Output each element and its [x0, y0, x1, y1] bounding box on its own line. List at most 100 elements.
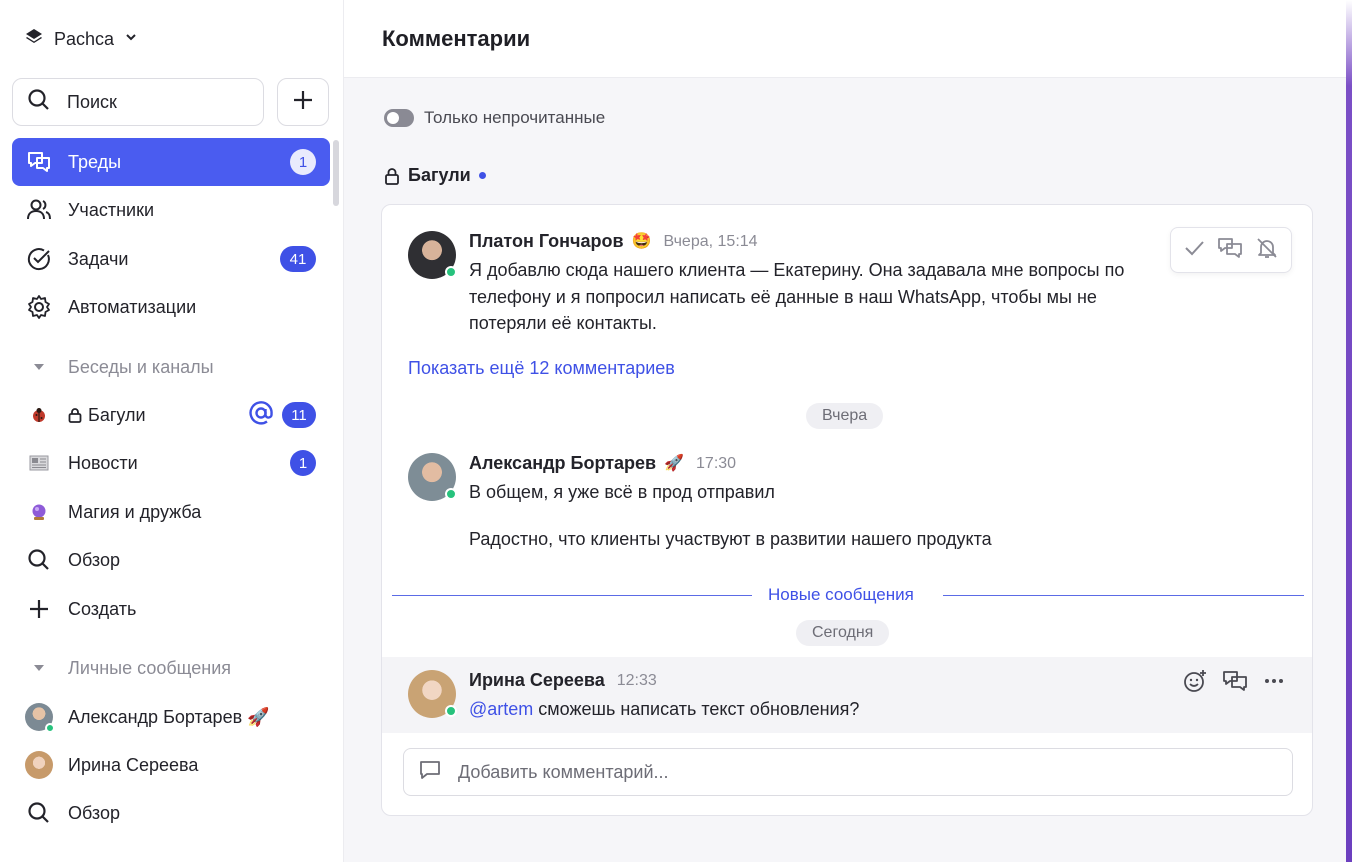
main-panel: Комментарии Только непрочитанные Багули … [344, 0, 1346, 862]
comment-input[interactable]: Добавить комментарий... [403, 748, 1293, 796]
open-thread-icon[interactable] [1217, 236, 1243, 265]
sidebar-item-label: Ирина Сереева [68, 754, 199, 775]
online-indicator [445, 488, 457, 500]
divider-line [943, 595, 1304, 596]
message-text: В общем, я уже всё в прод отправил [469, 482, 775, 502]
unread-badge: 11 [282, 402, 316, 428]
message-line: телефону и я попросил написать её данные… [469, 286, 1097, 307]
sidebar-item-label: Александр Бортарев 🚀 [68, 706, 270, 727]
date-separator: Сегодня [796, 620, 890, 646]
avatar[interactable] [408, 670, 457, 718]
main-header: Комментарии [344, 0, 1346, 78]
star-struck-emoji-icon: 🤩 [631, 232, 652, 250]
reply-thread-icon[interactable] [1222, 669, 1248, 698]
sidebar-item-news[interactable]: Новости 1 [12, 439, 330, 487]
mute-bell-icon[interactable] [1255, 236, 1279, 265]
avatar [25, 703, 55, 733]
message-author[interactable]: Ирина Сереева [469, 670, 605, 691]
rocket-emoji-icon: 🚀 [664, 454, 685, 472]
message-author[interactable]: Александр Бортарев [469, 453, 656, 474]
online-indicator [445, 266, 457, 278]
message-line: Я добавлю сюда нашего клиента — Екатерин… [469, 260, 1125, 280]
newspaper-icon [24, 448, 54, 478]
workspace-logo-icon [24, 27, 44, 52]
sidebar-item-automations[interactable]: Автоматизации [12, 283, 330, 331]
sidebar-item-create[interactable]: Создать [12, 585, 330, 633]
comment-icon [418, 758, 442, 787]
search-icon [24, 798, 54, 828]
lock-icon [385, 167, 399, 185]
sidebar-item-label-wrap: Багули [68, 405, 146, 426]
crystal-ball-icon [24, 497, 54, 527]
plus-icon [292, 89, 314, 116]
page-title: Комментарии [382, 25, 531, 51]
sidebar-item-dm-irina[interactable]: Ирина Сереева [12, 741, 330, 789]
section-label: Беседы и каналы [68, 356, 214, 377]
sidebar-item-tasks[interactable]: Задачи 41 [12, 235, 330, 283]
message-text: Я добавлю сюда нашего клиента — Екатерин… [469, 257, 1124, 337]
sidebar-item-browse-channels[interactable]: Обзор [12, 536, 330, 584]
sidebar-item-browse-dms[interactable]: Обзор [12, 789, 330, 837]
online-indicator [445, 705, 457, 717]
tasks-badge: 41 [280, 246, 316, 272]
workspace-switcher[interactable]: Pachca [24, 24, 138, 54]
threads-icon [24, 147, 54, 177]
channel-heading[interactable]: Багули [384, 165, 486, 186]
section-channels[interactable]: Беседы и каналы [24, 354, 214, 380]
comment-placeholder: Добавить комментарий... [458, 761, 669, 782]
sidebar-item-label: Задачи [68, 248, 129, 269]
check-circle-icon [24, 244, 54, 274]
sidebar-item-baguli[interactable]: Багули 11 [12, 391, 330, 439]
unread-dot [478, 172, 486, 179]
message-time: 17:30 [696, 454, 737, 472]
sidebar-item-threads[interactable]: Треды 1 [12, 138, 330, 186]
sidebar-item-label: Треды [68, 151, 122, 172]
check-icon[interactable] [1183, 237, 1205, 264]
users-icon [24, 195, 54, 225]
window-edge [1346, 0, 1352, 862]
search-icon [24, 545, 54, 575]
sidebar-item-label: Новости [68, 452, 138, 473]
search-button[interactable]: Поиск [12, 78, 264, 126]
sidebar-item-label: Автоматизации [68, 296, 197, 317]
toggle-label: Только непрочитанные [424, 108, 606, 127]
message-author[interactable]: Платон Гончаров [469, 231, 624, 252]
workspace-name: Pachca [54, 28, 115, 49]
sidebar-item-magic[interactable]: Магия и дружба [12, 488, 330, 536]
ladybug-icon [24, 400, 54, 430]
new-chat-button[interactable] [277, 78, 329, 126]
more-options-icon[interactable] [1262, 669, 1286, 698]
sidebar-item-label: Багули [88, 404, 146, 425]
sidebar-item-dm-alexander[interactable]: Александр Бортарев 🚀 [12, 693, 330, 741]
unread-only-toggle[interactable] [384, 109, 414, 127]
message-time: Вчера, 15:14 [663, 232, 758, 250]
message-text: Радостно, что клиенты участвуют в развит… [469, 529, 992, 549]
thread-card: Платон Гончаров 🤩 Вчера, 15:14 Я добавлю… [381, 204, 1313, 816]
sidebar-item-members[interactable]: Участники [12, 186, 330, 234]
online-indicator [45, 723, 55, 733]
user-mention[interactable]: @artem [469, 699, 533, 719]
show-more-comments-link[interactable]: Показать ещё 12 комментариев [408, 358, 675, 379]
avatar-wrap [24, 750, 54, 780]
message-time: 12:33 [616, 671, 657, 689]
sidebar-scrollbar[interactable] [333, 140, 339, 206]
section-label: Личные сообщения [68, 657, 232, 678]
sidebar-item-label: Обзор [68, 549, 120, 570]
lock-icon [68, 408, 82, 423]
message-text: @artem сможешь написать текст обновления… [469, 696, 859, 723]
message-line: потеряли её контакты. [469, 313, 657, 333]
message-body: сможешь написать текст обновления? [533, 699, 860, 719]
avatar[interactable] [408, 231, 457, 279]
message-header: Александр Бортарев 🚀 17:30 [469, 453, 736, 474]
mention-at-icon [248, 400, 274, 431]
date-separator: Вчера [806, 403, 884, 429]
avatar[interactable] [408, 453, 457, 501]
add-reaction-icon[interactable] [1182, 668, 1208, 699]
avatar [25, 751, 53, 779]
chevron-down-icon [124, 30, 138, 49]
section-direct-messages[interactable]: Личные сообщения [24, 655, 231, 681]
thread-actions-toolbar [1170, 227, 1292, 273]
sidebar-item-label: Обзор [68, 802, 120, 823]
sidebar: Pachca Поиск Треды 1 Участники Задачи 41… [0, 0, 344, 862]
plus-icon [24, 594, 54, 624]
